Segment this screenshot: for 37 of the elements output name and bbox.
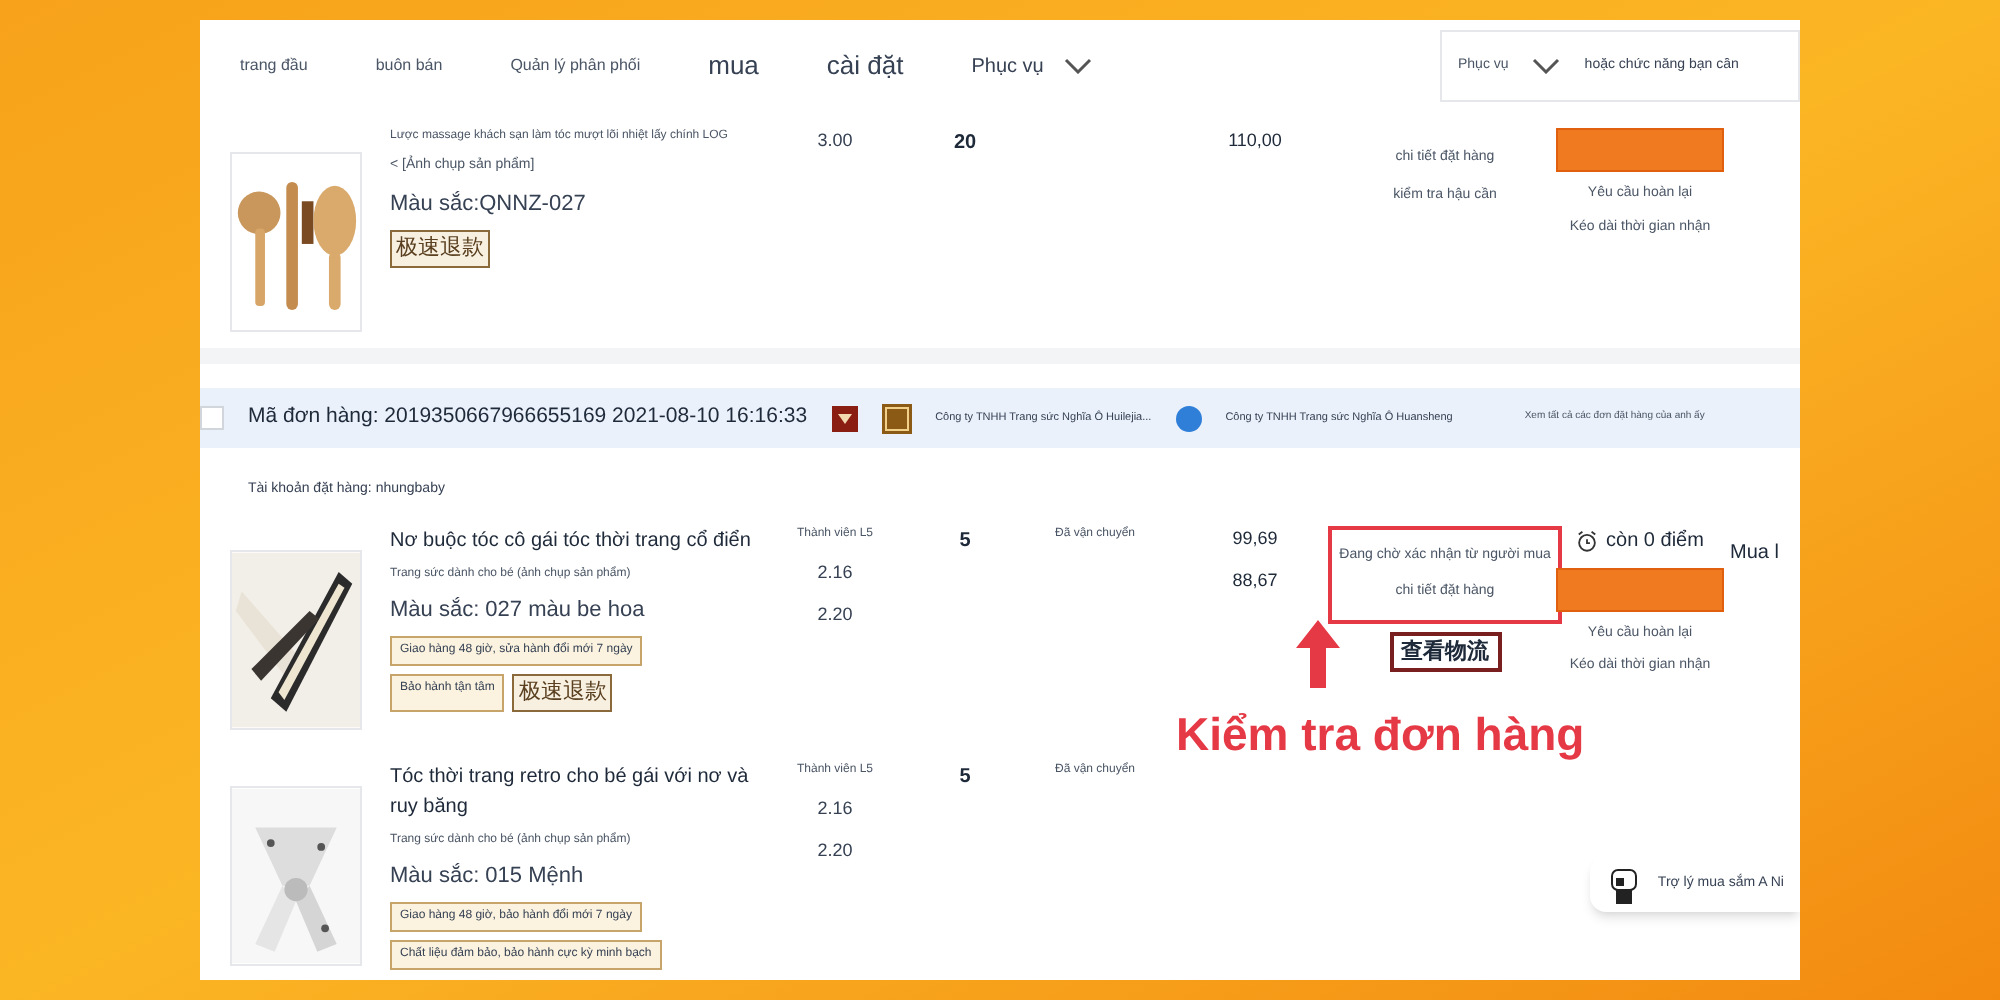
product-title: Tóc thời trang retro cho bé gái với nơ và ruy băng [390,763,751,821]
product-attribute: Màu sắc: 027 màu be hoa [390,595,645,625]
amount: 99,69 [1232,525,1278,551]
countdown-text: còn 0 điểm [1606,527,1704,555]
annotation-text: Kiểm tra đơn hàng [1176,706,1585,764]
nav-tab[interactable]: buôn bán [375,54,443,78]
alarm-clock-icon [1576,529,1599,551]
unit-price: 2.16 [817,559,853,585]
unit-price: 2.20 [817,838,853,864]
shop-logo-icon [831,405,858,431]
nav-tab[interactable]: trang đầu [240,54,308,78]
amount: 88,67 [1232,568,1278,594]
confirm-button[interactable] [1556,567,1724,611]
product-attribute: Màu sắc: 015 Mệnh [390,861,584,891]
unit-price: 3.00 [817,128,853,154]
chevron-down-icon[interactable] [1063,58,1092,74]
amount: 110,00 [1228,128,1282,154]
nav-tab[interactable]: Phục vụ [971,51,1044,81]
refund-stamp: 极速退款 [390,230,490,267]
order-number: Mã đơn hàng: 2019350667966655169 2021-08-10 16:16:33 [248,402,808,433]
shop-logo-icon [881,403,912,433]
quantity: 20 [953,130,977,158]
up-arrow-icon [1296,620,1340,688]
nav-tab[interactable]: Quản lý phân phối [510,54,641,78]
unit-price: 2.16 [817,795,853,821]
product-attribute: Màu sắc:QNNZ-027 [390,189,586,219]
quantity: 5 [959,527,971,555]
product-title: Nơ buộc tóc cô gái tóc thời trang cổ điển [390,527,751,555]
reorder-link[interactable]: Mua l [1730,541,1779,563]
logistics-button[interactable]: 查看物流 [1389,631,1501,672]
nav-tab[interactable]: mua [708,46,759,86]
refund-stamp: 极速退款 [512,674,613,711]
order-checkbox[interactable] [200,406,224,430]
nav-tab[interactable]: cài đặt [826,46,904,86]
chevron-down-icon[interactable] [1532,58,1561,74]
quantity: 5 [959,763,971,791]
unit-price: 2.20 [817,602,853,628]
